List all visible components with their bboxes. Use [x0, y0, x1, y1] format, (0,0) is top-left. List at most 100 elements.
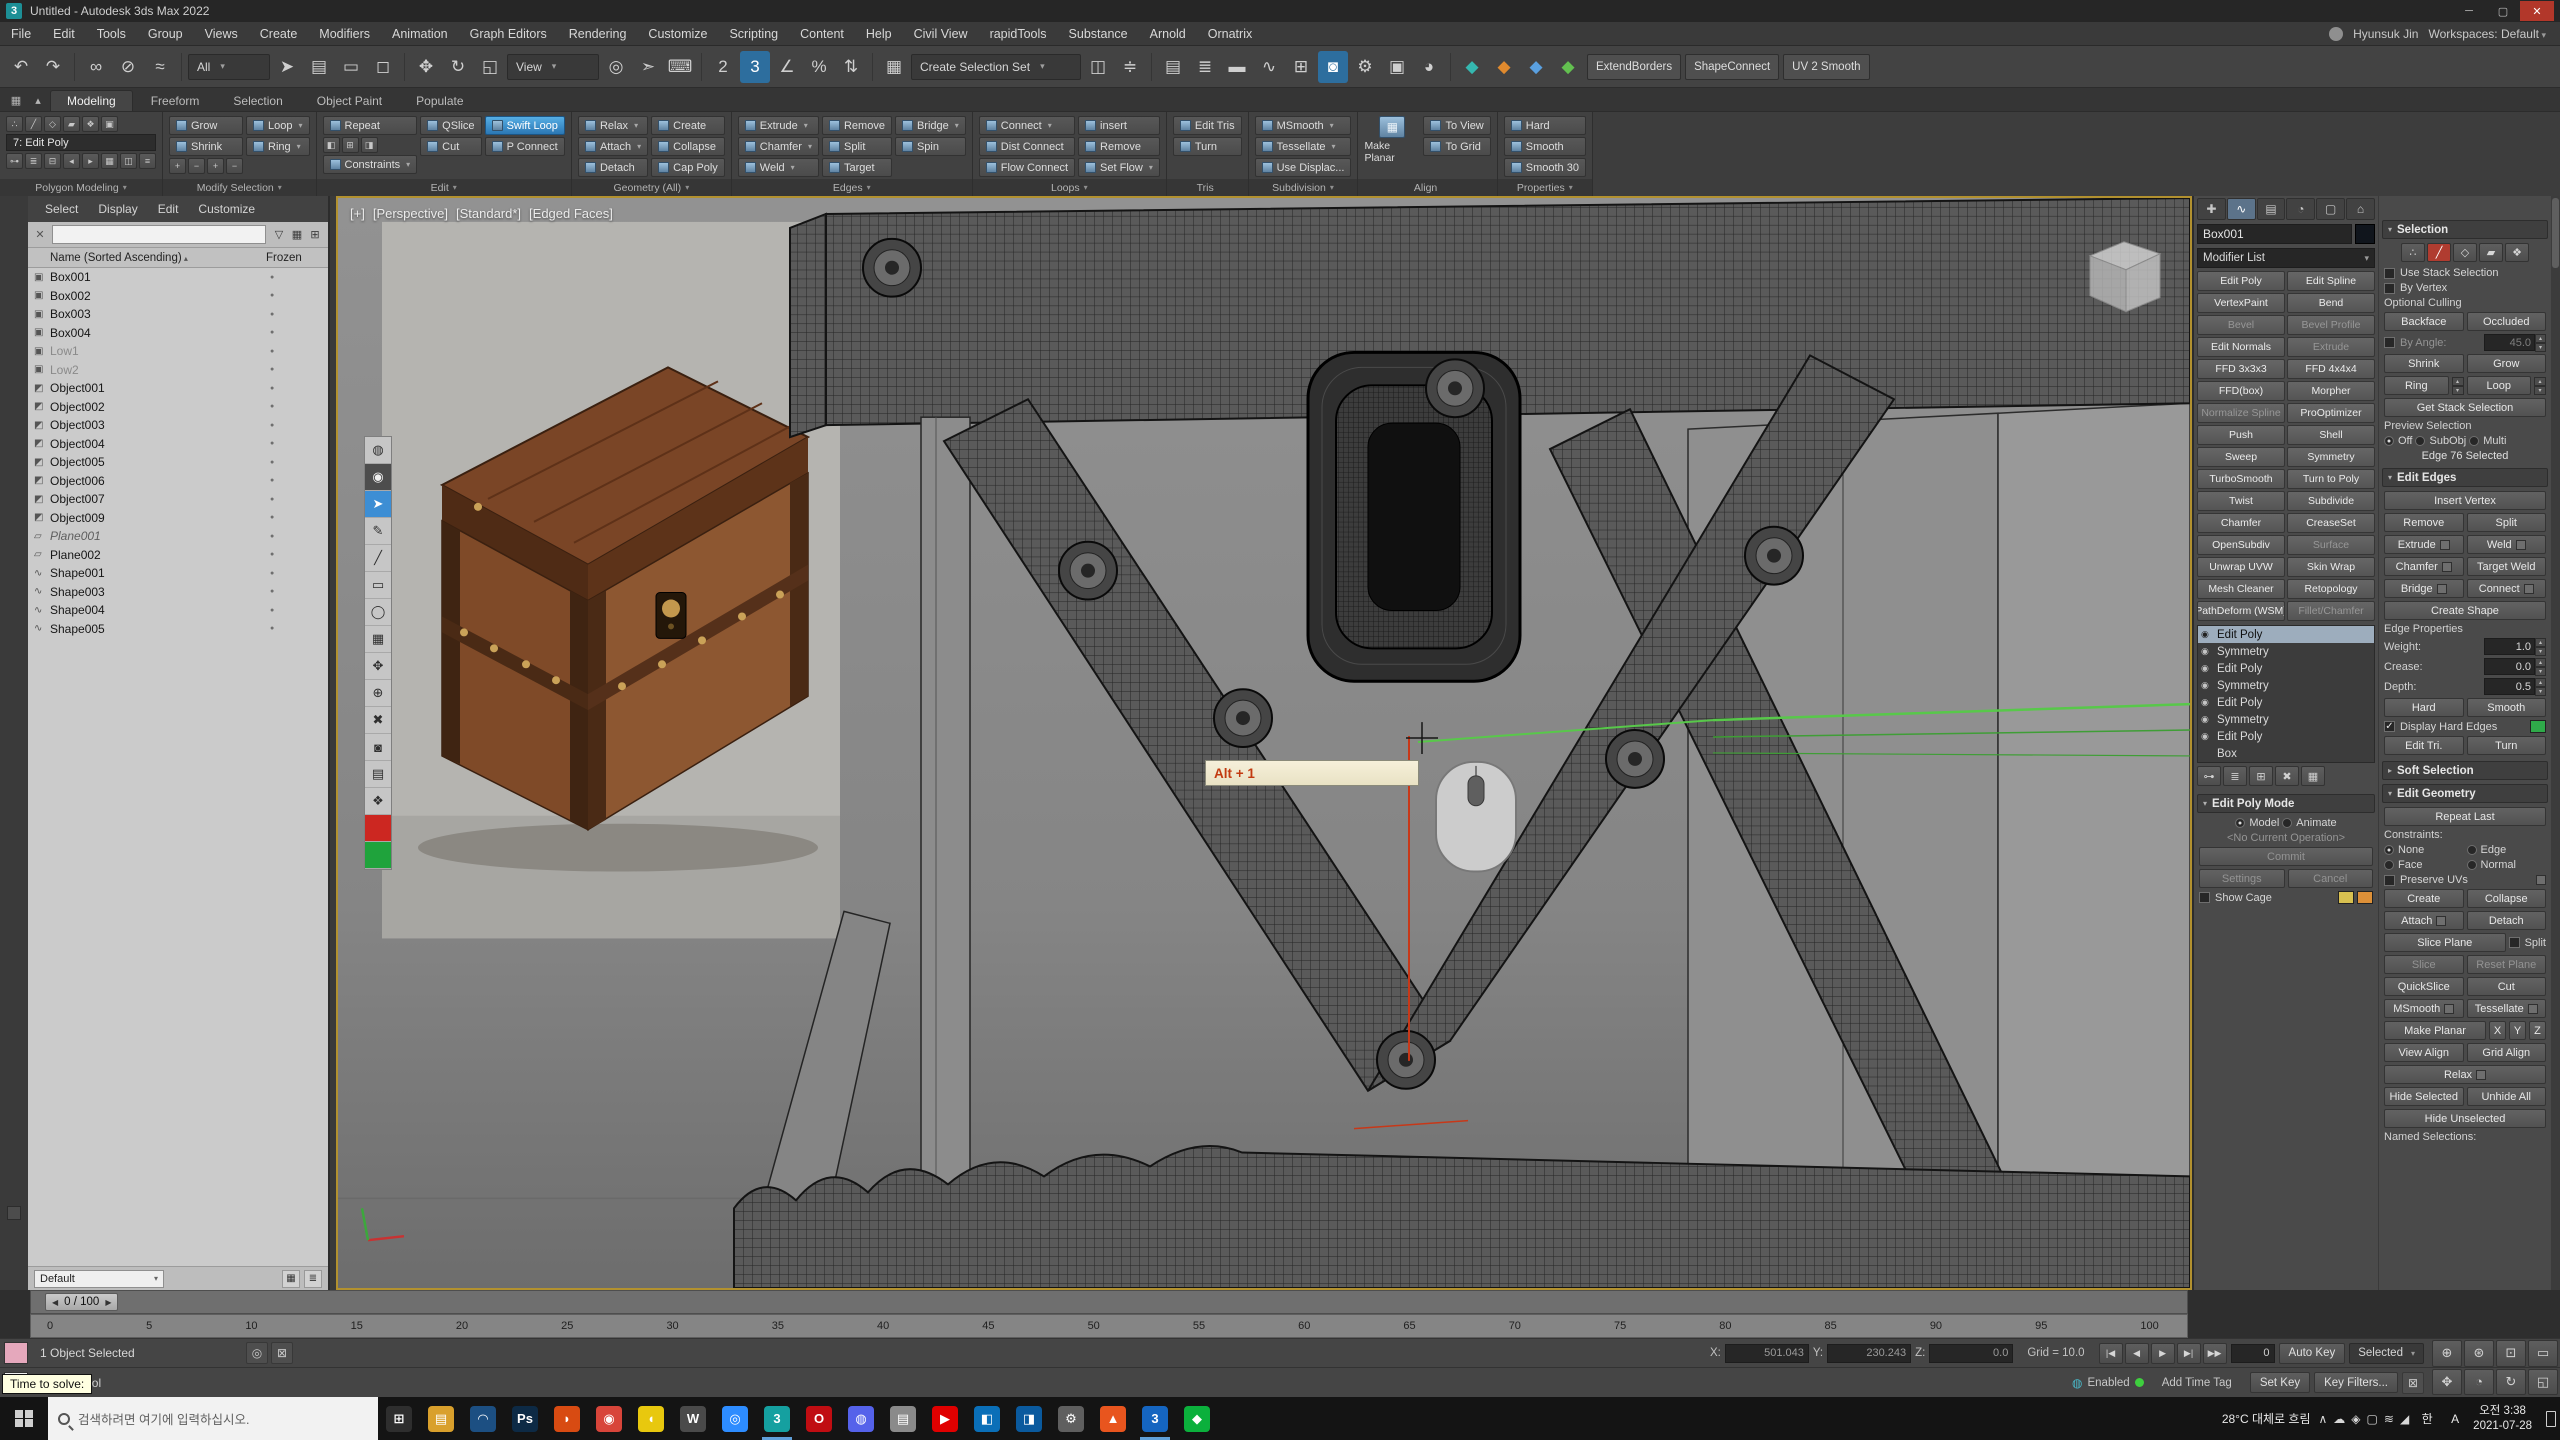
quickslice-button[interactable]: QuickSlice	[2384, 977, 2464, 996]
section-label-modify-selection[interactable]: Modify Selection	[163, 179, 316, 196]
flow-connect-button[interactable]: Flow Connect	[979, 158, 1075, 177]
menu-item[interactable]: Rendering	[558, 22, 638, 45]
planar-z-button[interactable]: Z	[2529, 1021, 2546, 1040]
z-coordinate-field[interactable]: 0.0	[1929, 1344, 2013, 1363]
scene-object-row[interactable]: ▱ Plane001 ●	[28, 527, 328, 546]
use-displacement-button[interactable]: Use Displac...	[1255, 158, 1352, 177]
scene-object-row[interactable]: ▣ Box002 ●	[28, 287, 328, 306]
ribbon-tab[interactable]: Populate	[400, 91, 479, 111]
explorer-search-input[interactable]	[52, 225, 266, 244]
scene-object-row[interactable]: ◩ Object009 ●	[28, 509, 328, 528]
options-icon[interactable]: ≡	[139, 153, 156, 169]
frozen-toggle[interactable]: ●	[270, 570, 328, 577]
unhide-all-button[interactable]: Unhide All	[2467, 1087, 2547, 1106]
dist-connect-button[interactable]: Dist Connect	[979, 137, 1075, 156]
section-label-edges[interactable]: Edges	[732, 179, 972, 196]
plugin-text-button[interactable]: ExtendBorders	[1587, 54, 1681, 80]
layer-manager-icon[interactable]: ≣	[1190, 51, 1220, 83]
modifier-button[interactable]: Morpher	[2287, 381, 2375, 401]
element-subobject-icon[interactable]: ❖	[2505, 243, 2529, 262]
discord[interactable]: ◍	[840, 1397, 882, 1440]
chrome[interactable]: ◉	[588, 1397, 630, 1440]
loop-selection-button[interactable]: Loop	[2467, 376, 2532, 395]
modifier-button[interactable]: Chamfer	[2197, 513, 2285, 533]
line-tool-icon[interactable]: ╱	[365, 545, 391, 572]
configure-modifier-sets-icon[interactable]: ▦	[2301, 766, 2325, 786]
settings[interactable]: ⚙	[1050, 1397, 1092, 1440]
scene-object-row[interactable]: ◩ Object007 ●	[28, 490, 328, 509]
modifier-visibility-icon[interactable]: ◉	[2201, 714, 2213, 725]
cut-button[interactable]: Cut	[420, 137, 481, 156]
modifier-button[interactable]: Edit Normals	[2197, 337, 2285, 357]
next-frame-arrow[interactable]: ▶	[105, 1298, 111, 1307]
ring-shrink-icon[interactable]: −	[226, 158, 243, 174]
pan-icon[interactable]: ✥	[2432, 1369, 2462, 1396]
commit-button[interactable]: Commit	[2199, 847, 2373, 866]
model-radio[interactable]: Model	[2235, 817, 2279, 829]
edit-tris-button[interactable]: Edit Tris	[1173, 116, 1242, 135]
modifier-button[interactable]: Fillet/Chamfer	[2287, 601, 2375, 621]
dock-handle-icon[interactable]	[7, 1206, 21, 1220]
motion-tab-icon[interactable]: ◔	[2286, 198, 2315, 220]
modifier-visibility-icon[interactable]: ◉	[2201, 697, 2213, 708]
polygon-subobject-icon[interactable]: ▰	[2479, 243, 2503, 262]
scene-object-row[interactable]: ◩ Object002 ●	[28, 398, 328, 417]
use-pivot-center-icon[interactable]: ◎	[601, 51, 631, 83]
modifier-button[interactable]: FFD 3x3x3	[2197, 359, 2285, 379]
bridge-button[interactable]: Bridge	[895, 116, 966, 135]
3dsmax[interactable]: 3	[756, 1397, 798, 1440]
object-name-field[interactable]: Box001	[2197, 224, 2352, 244]
scene-object-row[interactable]: ∿ Shape004 ●	[28, 601, 328, 620]
weld-edge-button[interactable]: Weld	[2467, 535, 2547, 554]
frozen-toggle[interactable]: ●	[270, 588, 328, 595]
shrink-selection-button[interactable]: Shrink	[2384, 354, 2464, 373]
percent-snap-icon[interactable]: %	[804, 51, 834, 83]
section-label-properties[interactable]: Properties	[1498, 179, 1592, 196]
curve-editor-icon[interactable]: ∿	[1254, 51, 1284, 83]
volume-icon[interactable]: ◢	[2400, 1412, 2409, 1426]
weight-spinner[interactable]: 1.0	[2484, 638, 2546, 655]
section-label-geometry-all[interactable]: Geometry (All)	[572, 179, 731, 196]
next-modifier-icon[interactable]: ▸	[82, 153, 99, 169]
onedrive-icon[interactable]: ☁	[2333, 1412, 2345, 1426]
grow-button[interactable]: Grow	[169, 116, 243, 135]
taskbar-clock[interactable]: 오전 3:38 2021-07-28	[2473, 1404, 2532, 1434]
frozen-toggle[interactable]: ●	[270, 329, 328, 336]
ribbon-tab[interactable]: Object Paint	[301, 91, 398, 111]
tessellate-button[interactable]: Tessellate	[2467, 999, 2547, 1018]
attach-button[interactable]: Attach	[2384, 911, 2464, 930]
edge-browser[interactable]: ◠	[462, 1397, 504, 1440]
edge-mode-icon[interactable]: ╱	[25, 116, 42, 132]
modifier-button[interactable]: TurboSmooth	[2197, 469, 2285, 489]
loop-spinner[interactable]	[2534, 377, 2546, 394]
frozen-toggle[interactable]: ●	[270, 422, 328, 429]
remove-modifier-icon[interactable]: ✖	[2275, 766, 2299, 786]
auto-key-button[interactable]: Auto Key	[2279, 1343, 2346, 1364]
chamfer-button[interactable]: Chamfer	[738, 137, 819, 156]
previous-modifier-icon[interactable]: ◂	[63, 153, 80, 169]
angle-spinner[interactable]: 45.0	[2484, 334, 2546, 351]
schematic-view-icon[interactable]: ⊞	[1286, 51, 1316, 83]
bridge-edge-button[interactable]: Bridge	[2384, 579, 2464, 598]
select-by-name-icon[interactable]: ▤	[304, 51, 334, 83]
time-slider-handle[interactable]: ◀ 0 / 100 ▶	[45, 1293, 118, 1311]
filter-funnel-icon[interactable]: ▽	[270, 226, 288, 244]
named-selection-sets-dropdown[interactable]: Create Selection Set	[911, 54, 1081, 80]
show-end-result-icon[interactable]: ≣	[2223, 766, 2247, 786]
collapse-button[interactable]: Collapse	[651, 137, 725, 156]
minimize-button[interactable]: ─	[2452, 1, 2486, 21]
cage-color-swatch[interactable]	[2338, 891, 2354, 904]
frozen-toggle[interactable]: ●	[270, 477, 328, 484]
section-label-align[interactable]: Align	[1358, 179, 1496, 196]
key-lock-icon[interactable]: ⊠	[2402, 1372, 2424, 1394]
go-to-end-icon[interactable]: ▶▶	[2203, 1343, 2227, 1364]
preserve-uvs-icon[interactable]: ◧	[323, 137, 340, 153]
align-to-grid-button[interactable]: To Grid	[1423, 137, 1490, 156]
pencil-tool-icon[interactable]: ✎	[365, 518, 391, 545]
planar-y-button[interactable]: Y	[2509, 1021, 2526, 1040]
modifier-visibility-icon[interactable]: ◉	[2201, 731, 2213, 742]
notepad[interactable]: ▤	[882, 1397, 924, 1440]
collapse-stack-icon[interactable]: ⊟	[44, 153, 61, 169]
by-vertex-checkbox[interactable]: By Vertex	[2384, 282, 2546, 294]
hard-edge-button[interactable]: Hard	[2384, 698, 2464, 717]
